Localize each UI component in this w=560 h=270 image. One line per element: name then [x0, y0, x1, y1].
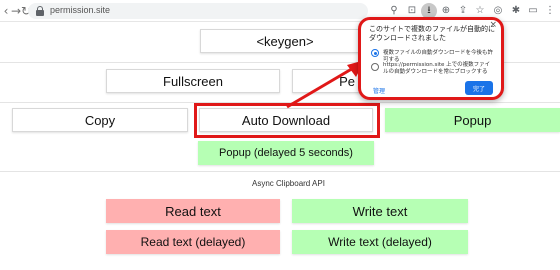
- address-bar[interactable]: permission.site: [28, 3, 368, 19]
- done-button[interactable]: 完了: [465, 81, 493, 95]
- read-text-delayed-button[interactable]: Read text (delayed): [106, 230, 280, 254]
- tab-search-icon[interactable]: ▭: [525, 3, 541, 19]
- section-heading: Async Clipboard API: [252, 179, 325, 188]
- popup-title: このサイトで複数のファイルが自動的にダウンロードされました: [369, 25, 495, 42]
- url-text: permission.site: [50, 5, 111, 15]
- popup-button[interactable]: Popup: [385, 108, 560, 132]
- keygen-button[interactable]: <keygen>: [200, 29, 370, 53]
- extensions-icon[interactable]: ✱: [508, 3, 524, 19]
- copy-button[interactable]: Copy: [12, 108, 188, 132]
- allow-radio[interactable]: [371, 49, 379, 57]
- download-permission-popup: このサイトで複数のファイルが自動的にダウンロードされました × 複数ファイルの自…: [358, 17, 504, 100]
- popup-delayed-button[interactable]: Popup (delayed 5 seconds): [198, 141, 374, 165]
- menu-icon[interactable]: ⋮: [542, 3, 558, 19]
- block-option-label[interactable]: https://permission.site 上での複数ファイルの自動ダウンロ…: [383, 62, 495, 76]
- fullscreen-button[interactable]: Fullscreen: [106, 69, 280, 93]
- divider: [0, 171, 560, 172]
- write-text-delayed-button[interactable]: Write text (delayed): [292, 230, 468, 254]
- write-text-button[interactable]: Write text: [292, 199, 468, 223]
- block-radio[interactable]: [371, 63, 379, 71]
- lock-icon[interactable]: [36, 6, 44, 16]
- manage-link[interactable]: 管理: [373, 86, 385, 95]
- read-text-button[interactable]: Read text: [106, 199, 280, 223]
- close-icon[interactable]: ×: [489, 20, 497, 30]
